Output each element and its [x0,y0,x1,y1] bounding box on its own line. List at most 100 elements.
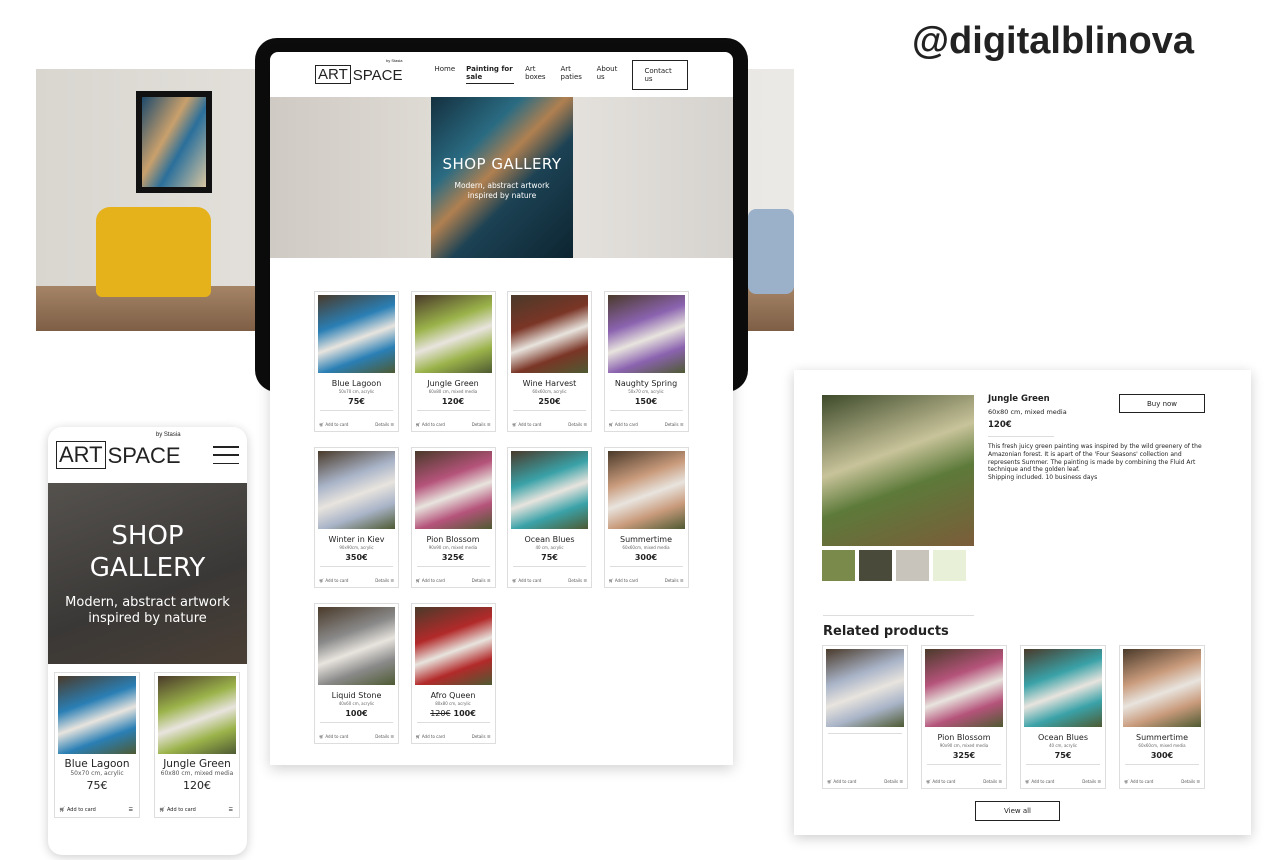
details-button[interactable]: Details ☰ [375,422,394,427]
product-card[interactable]: Pion Blossom 90x90 cm, mixed media 325€ … [410,447,496,588]
product-price: 300€ [608,553,685,562]
add-to-cart-button[interactable]: 🛒︎ Add to card [319,734,348,739]
price: 300€ [634,553,658,562]
hamburger-menu-icon[interactable] [213,446,239,464]
product-card[interactable]: Afro Queen 80x80 cm, acrylic 120€ 100€ 🛒︎… [410,603,496,744]
details-label: Details [375,734,390,739]
product-card[interactable]: 🛒︎ Add to card Details ☰ [822,645,908,789]
product-card[interactable]: Liquid Stone 40x60 cm, acrylic 100€ 🛒︎ A… [314,603,399,744]
thumbnail[interactable] [822,550,855,581]
add-label: Add to card [1130,779,1154,784]
details-button[interactable]: Details ☰ [472,578,491,583]
contact-button[interactable]: Contact us [631,59,688,90]
cart-icon: 🛒︎ [415,734,421,739]
add-to-cart-button[interactable]: 🛒︎ Add to card [319,578,348,583]
logo[interactable]: ART SPACE by Stasia [315,58,402,84]
add-to-cart-button[interactable]: 🛒︎ Add to card [512,422,541,427]
buy-now-button[interactable]: Buy now [1119,394,1205,413]
add-to-cart-button[interactable]: 🛒︎ Add to card [1124,779,1153,784]
details-button[interactable]: Details ☰ [1082,779,1101,784]
list-icon: ☰ [486,422,491,427]
list-icon: ☰ [679,422,684,427]
add-to-cart-button[interactable]: 🛒︎ Add to card [609,578,638,583]
thumbnail[interactable] [896,550,929,581]
thumbnail[interactable] [859,550,892,581]
details-button[interactable]: Details ☰ [983,779,1002,784]
product-name: Blue Lagoon [331,379,382,388]
mobile-hero-subtitle-1: Modern, abstract artwork [65,594,230,610]
logo[interactable]: ART SPACE by Stasia [56,432,181,469]
price: 325€ [441,553,465,562]
product-grid: Blue Lagoon 50x70 cm, acrylic 75€ 🛒︎ Add… [314,291,689,744]
product-card[interactable]: Winter in Kiev 90x90cm, acrylic 350€ 🛒︎ … [314,447,399,588]
product-name: Liquid Stone [331,691,382,700]
mobile-hero: SHOP GALLERY Modern, abstract artwork insp… [48,483,247,664]
add-label: Add to card [421,734,445,739]
nav-item[interactable]: Home [434,65,455,84]
details-button[interactable]: Details ☰ [665,422,684,427]
add-to-cart-button[interactable]: 🛒︎ Add to card [926,779,955,784]
add-label: Add to card [66,807,96,813]
add-to-cart-button[interactable]: 🛒︎ Add to card [416,734,445,739]
nav-item[interactable]: Art paties [561,65,586,84]
product-card[interactable]: Wine Harvest 60x60cm, acrylic 250€ 🛒︎ Ad… [507,291,592,432]
add-to-cart-button[interactable]: 🛒︎ Add to card [512,578,541,583]
details-button[interactable]: Details ☰ [472,734,491,739]
product-image [414,607,492,685]
product-price: 75€ [58,779,136,792]
add-to-cart-button[interactable]: 🛒︎ Add to card [59,807,96,813]
add-to-cart-button[interactable]: 🛒︎ Add to card [609,422,638,427]
price: 300€ [1150,751,1174,760]
sofa [748,209,794,294]
product-card[interactable]: Ocean Blues 40 cm, acrylic 75€ 🛒︎ Add to… [1020,645,1106,789]
details-button[interactable]: ☰ [129,807,133,813]
product-card[interactable]: Summertime 60x60cm, mixed media 300€ 🛒︎ … [603,447,689,588]
details-button[interactable]: Details ☰ [568,422,587,427]
details-button[interactable]: Details ☰ [375,734,394,739]
thumbnail[interactable] [933,550,966,581]
cart-icon: 🛒︎ [926,779,932,784]
details-button[interactable]: Details ☰ [1181,779,1200,784]
add-label: Add to card [166,807,196,813]
product-card[interactable]: Naughty Spring 50x70 cm, acrylic 150€ 🛒︎… [603,291,689,432]
product-card[interactable]: Ocean Blues 40 cm, acrylic 75€ 🛒︎ Add to… [507,447,592,588]
add-to-cart-button[interactable]: 🛒︎ Add to card [827,779,856,784]
details-button[interactable]: Details ☰ [472,422,491,427]
add-to-cart-button[interactable]: 🛒︎ Add to card [159,807,196,813]
add-label: Add to card [614,422,638,427]
add-to-cart-button[interactable]: 🛒︎ Add to card [416,578,445,583]
details-button[interactable]: Details ☰ [884,779,903,784]
product-card[interactable]: Summertime 60x60cm, mixed media 300€ 🛒︎ … [1119,645,1205,789]
details-button[interactable]: ☰ [229,807,233,813]
cart-icon: 🛒︎ [319,734,325,739]
related-grid: 🛒︎ Add to card Details ☰ Pion Blossom 90x… [822,645,1205,789]
product-card[interactable]: Jungle Green 60x80 cm, mixed media 120€ … [154,672,240,818]
product-card[interactable]: Blue Lagoon 50x70 cm, acrylic 75€ 🛒︎ Add… [314,291,399,432]
view-all-button[interactable]: View all [975,801,1060,821]
details-button[interactable]: Details ☰ [375,578,394,583]
product-size: 60x60cm, acrylic [532,389,567,394]
cart-icon: 🛒︎ [415,578,421,583]
details-button[interactable]: Details ☰ [665,578,684,583]
product-card[interactable]: Pion Blossom 90x90 cm, mixed media 325€ … [921,645,1007,789]
product-card[interactable]: Blue Lagoon 50x70 cm, acrylic 75€ 🛒︎ Add… [54,672,140,818]
product-detail-page: Jungle Green 60x80 cm, mixed media 120€ … [794,370,1251,835]
cart-icon: 🛒︎ [59,807,66,813]
add-label: Add to card [833,779,857,784]
list-icon: ☰ [679,578,684,583]
nav-item[interactable]: Painting for sale [466,65,515,84]
product-card[interactable]: Jungle Green 60x80 cm, mixed media 120€ … [410,291,496,432]
product-size: 60x80 cm, mixed media [428,389,478,394]
product-image [58,676,136,754]
hero-subtitle-2: inspired by nature [467,190,537,200]
add-to-cart-button[interactable]: 🛒︎ Add to card [1025,779,1054,784]
old-price: 120€ [430,709,451,718]
product-size: 50x70 cm, acrylic [70,770,124,777]
nav-item[interactable]: Art boxes [525,65,549,84]
list-icon: ☰ [1097,779,1101,784]
details-button[interactable]: Details ☰ [568,578,587,583]
nav-item[interactable]: About us [597,65,620,84]
add-label: Add to card [932,779,956,784]
add-to-cart-button[interactable]: 🛒︎ Add to card [319,422,348,427]
add-to-cart-button[interactable]: 🛒︎ Add to card [416,422,445,427]
